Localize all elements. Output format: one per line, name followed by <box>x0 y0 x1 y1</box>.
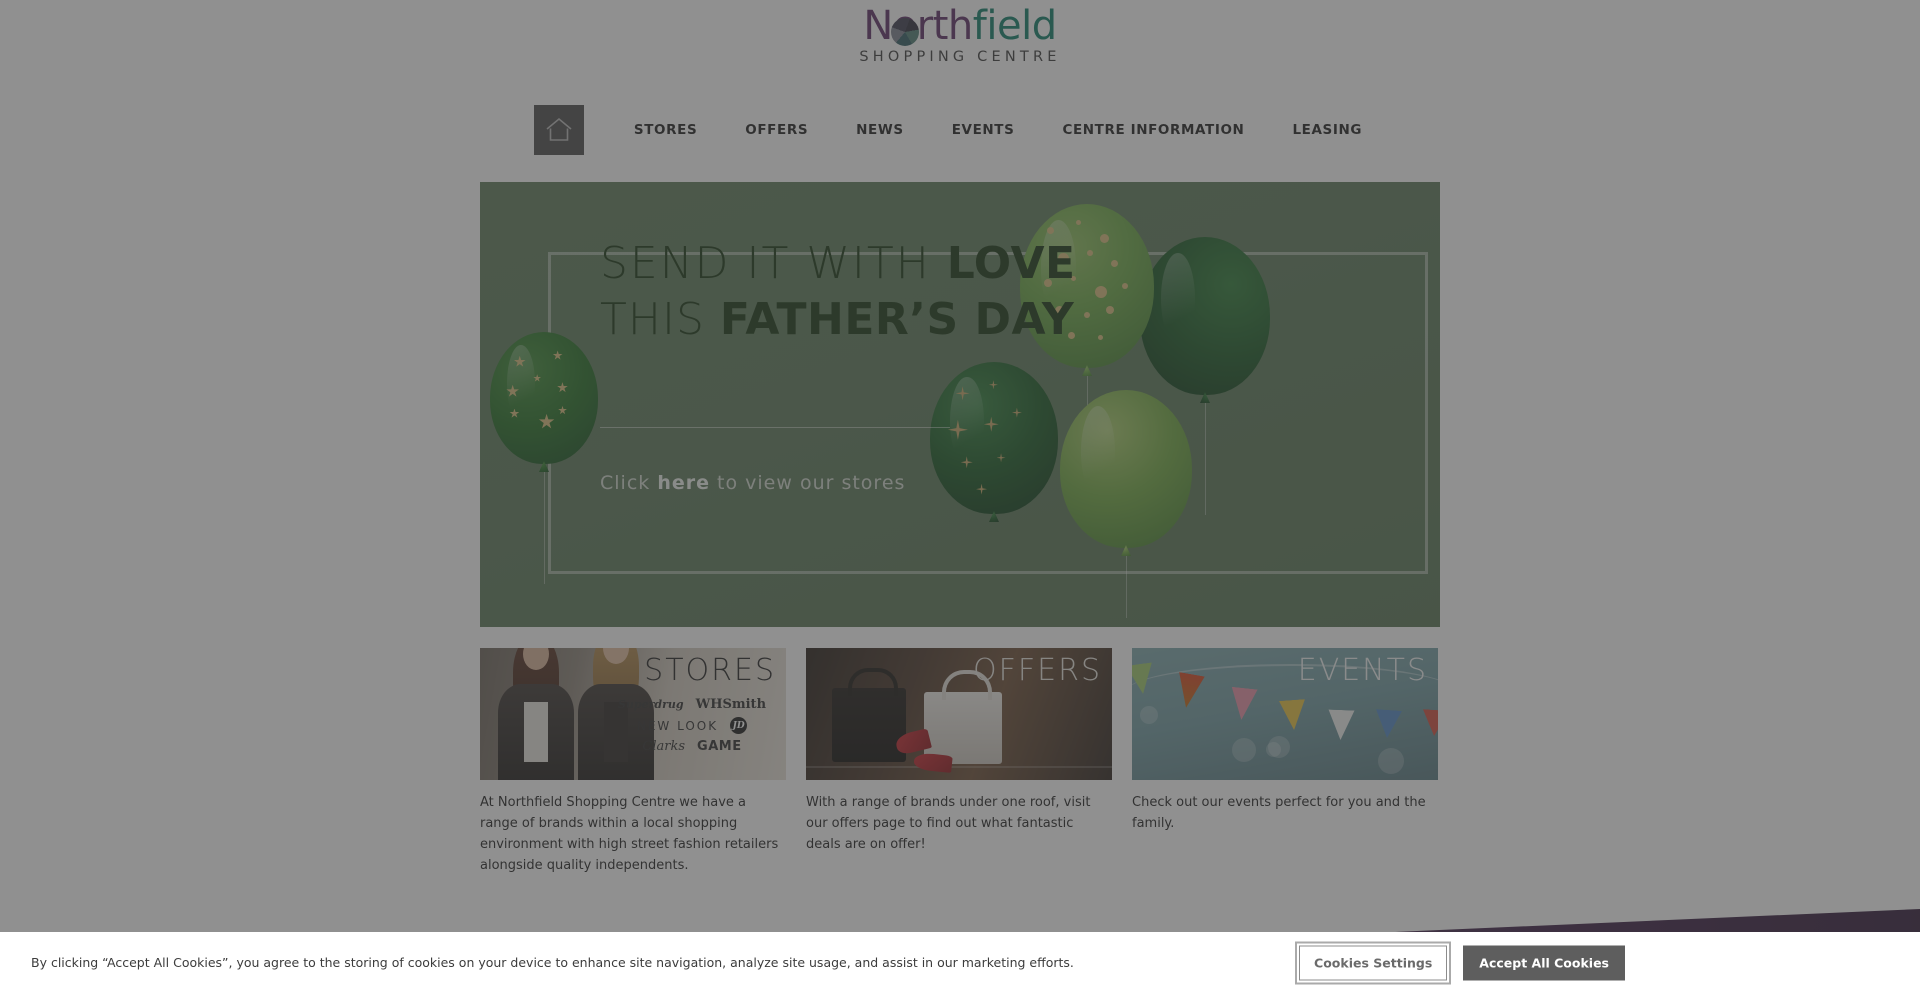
accept-all-cookies-button[interactable]: Accept All Cookies <box>1463 945 1625 980</box>
consent-overlay-scrim <box>0 0 1920 932</box>
cookie-consent-message: By clicking “Accept All Cookies”, you ag… <box>31 954 1074 970</box>
cookies-settings-button[interactable]: Cookies Settings <box>1295 941 1452 984</box>
page-root: Northfield SHOPPING CENTRE STORES OFFERS… <box>0 0 1920 993</box>
cookie-banner-actions: Cookies Settings Accept All Cookies <box>1295 941 1625 984</box>
cookie-consent-banner: By clicking “Accept All Cookies”, you ag… <box>0 932 1920 993</box>
